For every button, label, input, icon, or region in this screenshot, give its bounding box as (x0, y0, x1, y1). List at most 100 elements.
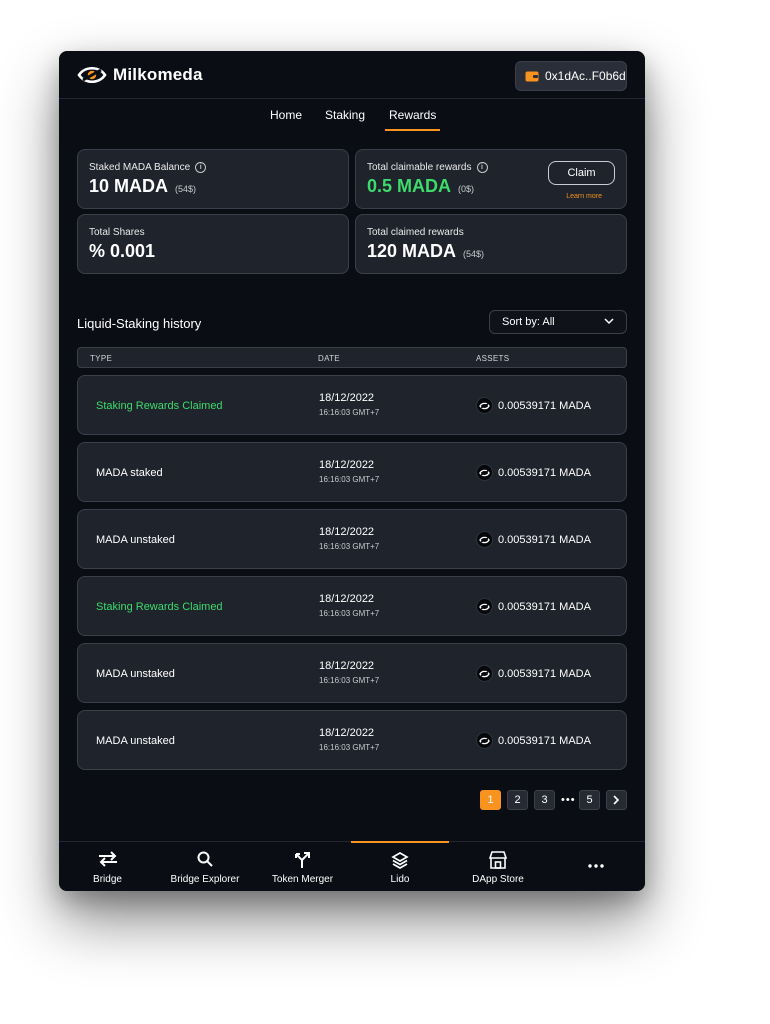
history-row[interactable]: MADA unstaked 18/12/2022 16:16:03 GMT+7 0.0… (77, 643, 627, 703)
bridge-arrows-icon (98, 851, 117, 867)
sort-label: Sort by: All (502, 316, 555, 328)
tab-rewards[interactable]: Rewards (384, 108, 441, 131)
row-date: 18/12/2022 (319, 459, 375, 471)
page-button-2[interactable]: 2 (507, 790, 528, 810)
total-claimed-value: 120 MADA (367, 241, 457, 261)
row-time: 16:16:03 GMT+7 (319, 609, 380, 618)
mada-token-icon (476, 598, 493, 615)
claimable-rewards-value: 0.5 MADA (367, 176, 452, 196)
claimable-rewards-card: Total claimable rewards i 0.5 MADA (0$) … (355, 149, 627, 209)
mada-token-icon (476, 464, 493, 481)
search-icon (197, 851, 213, 867)
history-row[interactable]: MADA staked 18/12/2022 16:16:03 GMT+7 0.005… (77, 442, 627, 502)
top-nav: Home Staking Rewards (59, 99, 645, 131)
staked-balance-value-row: 10 MADA (54$) (89, 176, 196, 197)
bottom-nav-dapp-store-label: DApp Store (472, 874, 524, 885)
total-claimed-label: Total claimed rewards (367, 227, 464, 238)
wallet-button[interactable]: 0x1dAc..F0b6d (515, 61, 627, 91)
row-date: 18/12/2022 (319, 727, 375, 739)
mada-token-icon (476, 531, 493, 548)
row-asset: 0.00539171 MADA (476, 397, 591, 414)
page-ellipsis: ••• (561, 794, 576, 806)
tab-staking[interactable]: Staking (325, 108, 365, 122)
total-claimed-fiat: (54$) (463, 249, 485, 259)
row-time: 16:16:03 GMT+7 (319, 542, 380, 551)
merge-icon (294, 852, 310, 868)
staked-balance-label: Staked MADA Balance i (89, 162, 207, 173)
total-shares-value: % 0.001 (89, 241, 156, 261)
history-row[interactable]: Staking Rewards Claimed 18/12/2022 16:16:0… (77, 576, 627, 636)
row-date: 18/12/2022 (319, 526, 375, 538)
row-asset-amount: 0.00539171 MADA (498, 466, 591, 479)
row-type: MADA staked (96, 467, 163, 479)
claimable-rewards-fiat: (0$) (458, 184, 475, 194)
history-row[interactable]: Staking Rewards Claimed 18/12/2022 16:16:0… (77, 375, 627, 435)
staked-balance-label-text: Staked MADA Balance (89, 162, 191, 173)
pagination: 1 2 3 ••• 5 (480, 790, 627, 810)
history-row[interactable]: MADA unstaked 18/12/2022 16:16:03 GMT+7 0.0… (77, 509, 627, 569)
info-icon[interactable]: i (476, 162, 488, 173)
total-shares-card: Total Shares % 0.001 (77, 214, 349, 274)
app-window: Milkomeda 0x1dAc..F0b6d Home Staking Rew… (59, 51, 645, 891)
bottom-nav: Bridge Bridge Explorer Token Merger Lido (59, 841, 645, 891)
row-asset-amount: 0.00539171 MADA (498, 734, 591, 747)
mada-token-icon (476, 665, 493, 682)
column-type: TYPE (90, 354, 113, 363)
tab-home[interactable]: Home (270, 108, 302, 122)
row-time: 16:16:03 GMT+7 (319, 475, 380, 484)
row-asset: 0.00539171 MADA (476, 732, 591, 749)
bottom-nav-bridge-label: Bridge (93, 874, 122, 885)
row-date: 18/12/2022 (319, 392, 375, 404)
claimable-rewards-label: Total claimable rewards i (367, 162, 488, 173)
row-asset-amount: 0.00539171 MADA (498, 600, 591, 613)
row-type: MADA unstaked (96, 534, 175, 546)
page-button-3[interactable]: 3 (534, 790, 555, 810)
column-date: DATE (318, 354, 340, 363)
column-assets: ASSETS (476, 354, 510, 363)
layers-icon (391, 852, 409, 869)
bottom-nav-bridge-explorer[interactable]: Bridge Explorer (156, 842, 254, 891)
bottom-nav-lido[interactable]: Lido (351, 841, 449, 891)
row-type: MADA unstaked (96, 668, 175, 680)
claimable-rewards-label-text: Total claimable rewards (367, 162, 472, 173)
total-shares-label: Total Shares (89, 227, 145, 238)
bottom-nav-token-merger[interactable]: Token Merger (254, 842, 351, 891)
claimable-rewards-value-row: 0.5 MADA (0$) (367, 176, 474, 197)
row-asset: 0.00539171 MADA (476, 464, 591, 481)
info-icon[interactable]: i (195, 162, 207, 173)
row-date: 18/12/2022 (319, 593, 375, 605)
wallet-icon (525, 71, 539, 82)
bottom-nav-more[interactable] (547, 842, 645, 891)
learn-more-link[interactable]: Learn more (566, 193, 602, 200)
mada-token-icon (476, 397, 493, 414)
history-title: Liquid-Staking history (77, 316, 202, 331)
row-type: MADA unstaked (96, 735, 175, 747)
bottom-nav-bridge-explorer-label: Bridge Explorer (170, 874, 240, 885)
logo[interactable]: Milkomeda (77, 65, 203, 85)
bottom-nav-token-merger-label: Token Merger (271, 874, 334, 885)
claim-button[interactable]: Claim (548, 161, 615, 185)
row-type: Staking Rewards Claimed (96, 601, 223, 613)
row-asset-amount: 0.00539171 MADA (498, 399, 591, 412)
total-claimed-value-row: 120 MADA (54$) (367, 241, 484, 262)
row-asset: 0.00539171 MADA (476, 665, 591, 682)
page-button-5[interactable]: 5 (579, 790, 600, 810)
header: Milkomeda 0x1dAc..F0b6d (59, 51, 645, 99)
row-time: 16:16:03 GMT+7 (319, 743, 380, 752)
row-time: 16:16:03 GMT+7 (319, 676, 380, 685)
total-claimed-card: Total claimed rewards 120 MADA (54$) (355, 214, 627, 274)
bottom-nav-dapp-store[interactable]: DApp Store (449, 842, 547, 891)
next-page-button[interactable] (606, 790, 627, 810)
bottom-nav-bridge[interactable]: Bridge (59, 842, 156, 891)
history-row[interactable]: MADA unstaked 18/12/2022 16:16:03 GMT+7 0.0… (77, 710, 627, 770)
more-icon (588, 864, 604, 868)
chevron-down-icon (604, 318, 614, 325)
table-header: TYPE DATE ASSETS (77, 347, 627, 368)
sort-dropdown[interactable]: Sort by: All (489, 310, 627, 334)
app-name: Milkomeda (113, 65, 203, 84)
store-icon (488, 851, 508, 869)
page-button-1[interactable]: 1 (480, 790, 501, 810)
row-asset-amount: 0.00539171 MADA (498, 667, 591, 680)
staked-balance-fiat: (54$) (175, 184, 197, 194)
milkomeda-logo-icon (77, 66, 107, 84)
